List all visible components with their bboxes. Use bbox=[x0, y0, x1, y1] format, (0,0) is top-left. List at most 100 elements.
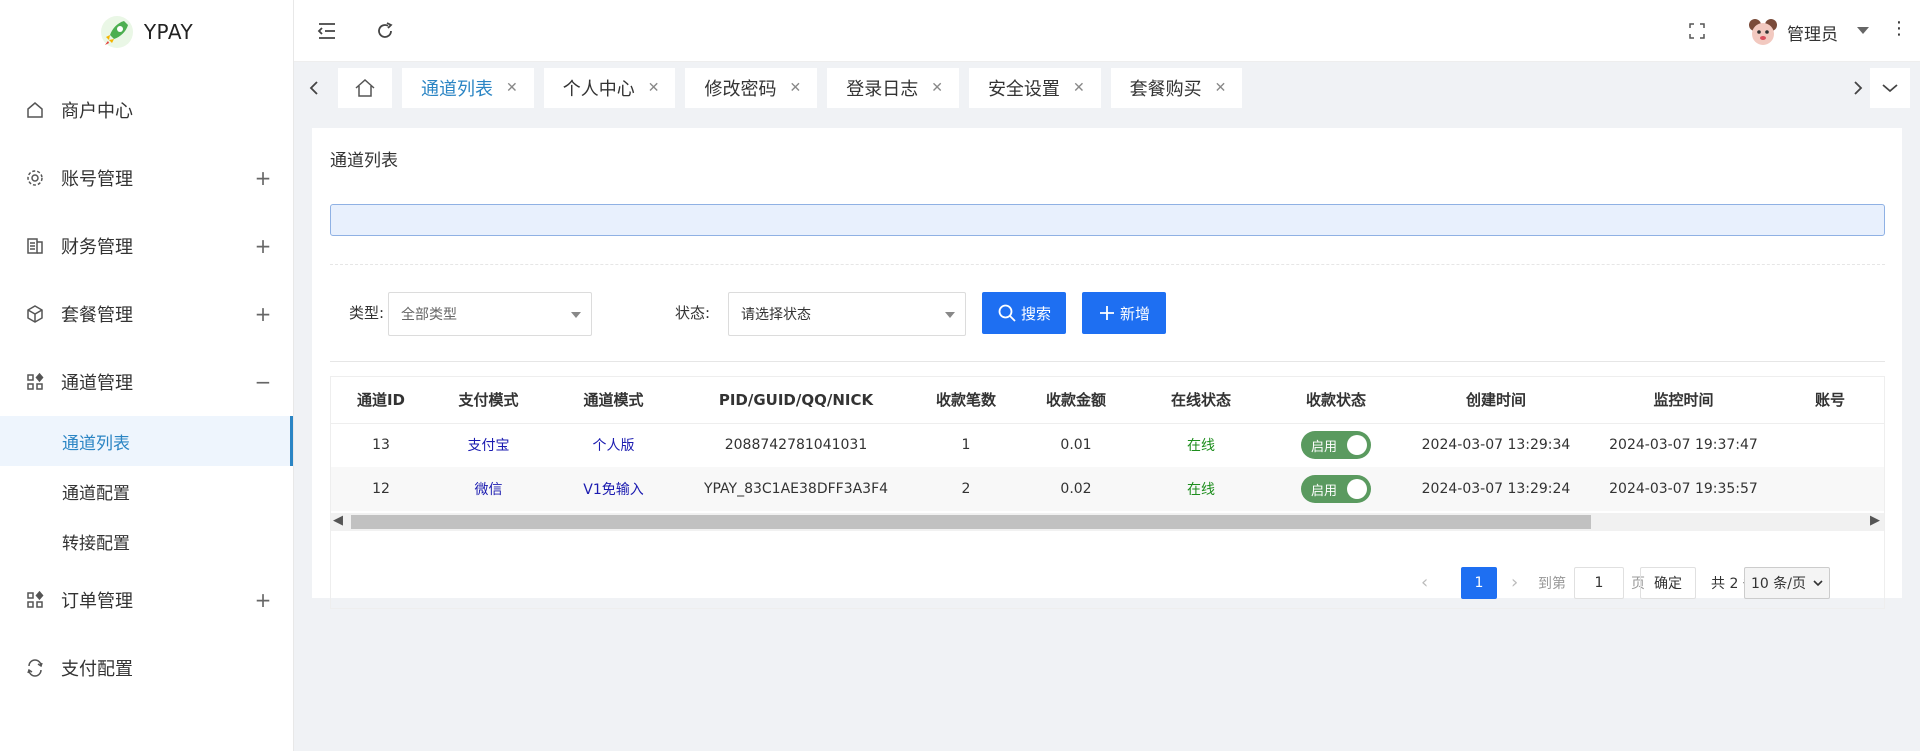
goto-confirm-button[interactable]: 确定 bbox=[1640, 567, 1696, 599]
tab-close-icon[interactable]: ✕ bbox=[506, 80, 518, 96]
avatar[interactable] bbox=[1748, 17, 1778, 47]
collect-toggle[interactable]: 启用 bbox=[1301, 475, 1371, 503]
tab-label: 登录日志 bbox=[846, 79, 919, 100]
toggle-knob bbox=[1347, 479, 1367, 499]
search-button[interactable]: 搜索 bbox=[982, 292, 1066, 334]
caret-down-icon[interactable] bbox=[1857, 27, 1869, 34]
column-header[interactable]: 收款笔数 bbox=[911, 377, 1021, 424]
user-name[interactable]: 管理员 bbox=[1787, 20, 1838, 45]
cell-created: 2024-03-07 13:29:34 bbox=[1421, 437, 1571, 454]
expand-icon[interactable]: + bbox=[253, 234, 273, 258]
column-header[interactable]: 创建时间 bbox=[1401, 377, 1591, 424]
column-header[interactable]: 监控时间 bbox=[1591, 377, 1776, 424]
table-row[interactable]: 12 微信 V1免输入 YPAY_83C1AE38DFF3A3F4 2 0.02… bbox=[331, 467, 1884, 511]
sidebar-menu: 商户中心 账号管理 + 财务管理 + 套餐管理 + 通道管理 − bbox=[0, 76, 293, 416]
toggle-label: 启用 bbox=[1311, 483, 1338, 499]
collapse-icon[interactable]: − bbox=[253, 370, 273, 394]
cell-pay-mode[interactable]: 微信 bbox=[431, 467, 546, 511]
tab-package-purchase[interactable]: 套餐购买 ✕ bbox=[1110, 68, 1243, 108]
tab-close-icon[interactable]: ✕ bbox=[789, 80, 801, 96]
cell-created: 2024-03-07 13:29:24 bbox=[1401, 467, 1591, 511]
fullscreen-icon[interactable] bbox=[1686, 20, 1708, 42]
finance-icon bbox=[24, 235, 46, 257]
scroll-left-icon[interactable]: ◀ bbox=[333, 513, 343, 528]
cell-collect-status: 启用 bbox=[1271, 467, 1401, 511]
cell-channel-mode[interactable]: 个人版 bbox=[546, 423, 681, 467]
tab-home[interactable] bbox=[338, 68, 392, 108]
sidebar-subitem-channel-list[interactable]: 通道列表 bbox=[0, 416, 293, 466]
scrollbar-thumb[interactable] bbox=[351, 515, 1591, 529]
tab-login-log[interactable]: 登录日志 ✕ bbox=[827, 68, 959, 108]
cell-channel-mode[interactable]: V1免输入 bbox=[546, 467, 681, 511]
status-select[interactable]: 请选择状态 bbox=[728, 292, 966, 336]
cell-pid: 2088742781041031 bbox=[724, 437, 868, 454]
type-select-value: 全部类型 bbox=[401, 307, 457, 323]
column-header[interactable]: 收款金额 bbox=[1021, 377, 1131, 424]
expand-icon[interactable]: + bbox=[253, 588, 273, 612]
refresh-icon[interactable] bbox=[374, 20, 396, 42]
tab-close-icon[interactable]: ✕ bbox=[931, 80, 943, 96]
sidebar-item-label: 套餐管理 bbox=[61, 305, 133, 326]
tabs-dropdown-icon[interactable] bbox=[1870, 68, 1910, 108]
sidebar-subitem-relay-config[interactable]: 转接配置 bbox=[0, 516, 293, 566]
sidebar-item-finance[interactable]: 财务管理 + bbox=[0, 212, 293, 280]
cell-id: 13 bbox=[372, 437, 390, 454]
more-vertical-icon[interactable]: ⋮ bbox=[1890, 19, 1908, 39]
cell-pid: YPAY_83C1AE38DFF3A3F4 bbox=[681, 467, 911, 511]
rocket-logo-icon bbox=[100, 16, 133, 48]
table-header-row: 通道ID 支付模式 通道模式 PID/GUID/QQ/NICK 收款笔数 收款金… bbox=[331, 377, 1884, 424]
column-header[interactable]: PID/GUID/QQ/NICK bbox=[681, 377, 911, 424]
sidebar-item-payment-config[interactable]: 支付配置 bbox=[0, 634, 293, 702]
cell-amount: 0.02 bbox=[1021, 467, 1131, 511]
prev-page-icon[interactable]: ‹ bbox=[1421, 572, 1428, 593]
app-name: YPAY bbox=[143, 20, 194, 44]
horizontal-scrollbar[interactable]: ◀ ▶ bbox=[331, 513, 1884, 531]
tabs-scroll-left-icon[interactable] bbox=[294, 62, 334, 114]
cell-collect-status: 启用 bbox=[1271, 423, 1401, 467]
tab-close-icon[interactable]: ✕ bbox=[648, 80, 660, 96]
sidebar-item-label: 订单管理 bbox=[61, 591, 133, 612]
tab-change-password[interactable]: 修改密码 ✕ bbox=[685, 68, 818, 108]
sidebar-item-channel[interactable]: 通道管理 − bbox=[0, 348, 293, 416]
tab-close-icon[interactable]: ✕ bbox=[1073, 80, 1085, 96]
expand-icon[interactable]: + bbox=[253, 302, 273, 326]
column-header[interactable]: 通道模式 bbox=[546, 377, 681, 424]
sidebar-item-package[interactable]: 套餐管理 + bbox=[0, 280, 293, 348]
add-button[interactable]: 新增 bbox=[1082, 292, 1166, 334]
tabs-bar: 通道列表 ✕ 个人中心 ✕ 修改密码 ✕ 登录日志 ✕ 安全设置 ✕ 套餐购买 ✕ bbox=[294, 62, 1920, 114]
cell-online-status: 在线 bbox=[1187, 438, 1215, 455]
sidebar-item-account[interactable]: 账号管理 + bbox=[0, 144, 293, 212]
channel-table: 通道ID 支付模式 通道模式 PID/GUID/QQ/NICK 收款笔数 收款金… bbox=[331, 377, 1884, 511]
page-button-current[interactable]: 1 bbox=[1461, 567, 1497, 599]
column-header[interactable]: 支付模式 bbox=[431, 377, 546, 424]
tab-channel-list[interactable]: 通道列表 ✕ bbox=[402, 68, 534, 108]
chevron-down-icon bbox=[1813, 580, 1823, 587]
plus-icon bbox=[1099, 306, 1114, 320]
table-row[interactable]: 13 支付宝 个人版 2088742781041031 1 0.01 在线 启用… bbox=[331, 423, 1884, 467]
tab-profile[interactable]: 个人中心 ✕ bbox=[543, 68, 676, 108]
sidebar-subitem-channel-config[interactable]: 通道配置 bbox=[0, 466, 293, 516]
sidebar-item-merchant-center[interactable]: 商户中心 bbox=[0, 76, 293, 144]
goto-page-input[interactable] bbox=[1574, 567, 1624, 599]
column-header[interactable]: 在线状态 bbox=[1131, 377, 1271, 424]
column-header[interactable]: 账号 bbox=[1776, 377, 1884, 424]
tab-close-icon[interactable]: ✕ bbox=[1215, 80, 1227, 96]
next-page-icon[interactable]: › bbox=[1511, 572, 1518, 593]
column-header[interactable]: 通道ID bbox=[331, 377, 431, 424]
logo[interactable]: YPAY bbox=[0, 0, 293, 64]
tab-security[interactable]: 安全设置 ✕ bbox=[968, 68, 1101, 108]
cell-account bbox=[1776, 467, 1884, 511]
collect-toggle[interactable]: 启用 bbox=[1301, 431, 1371, 460]
type-select[interactable]: 全部类型 bbox=[388, 292, 592, 336]
add-button-label: 新增 bbox=[1119, 304, 1150, 323]
cell-pay-mode[interactable]: 支付宝 bbox=[431, 423, 546, 467]
gear-icon bbox=[24, 167, 46, 189]
cell-count: 1 bbox=[961, 437, 971, 454]
column-header[interactable]: 收款状态 bbox=[1271, 377, 1401, 424]
search-button-label: 搜索 bbox=[1020, 304, 1051, 323]
scroll-right-icon[interactable]: ▶ bbox=[1870, 513, 1880, 528]
sidebar-item-orders[interactable]: 订单管理 + bbox=[0, 566, 293, 634]
menu-fold-icon[interactable] bbox=[316, 20, 338, 42]
expand-icon[interactable]: + bbox=[253, 166, 273, 190]
page-size-select[interactable]: 10 条/页 bbox=[1744, 567, 1830, 599]
